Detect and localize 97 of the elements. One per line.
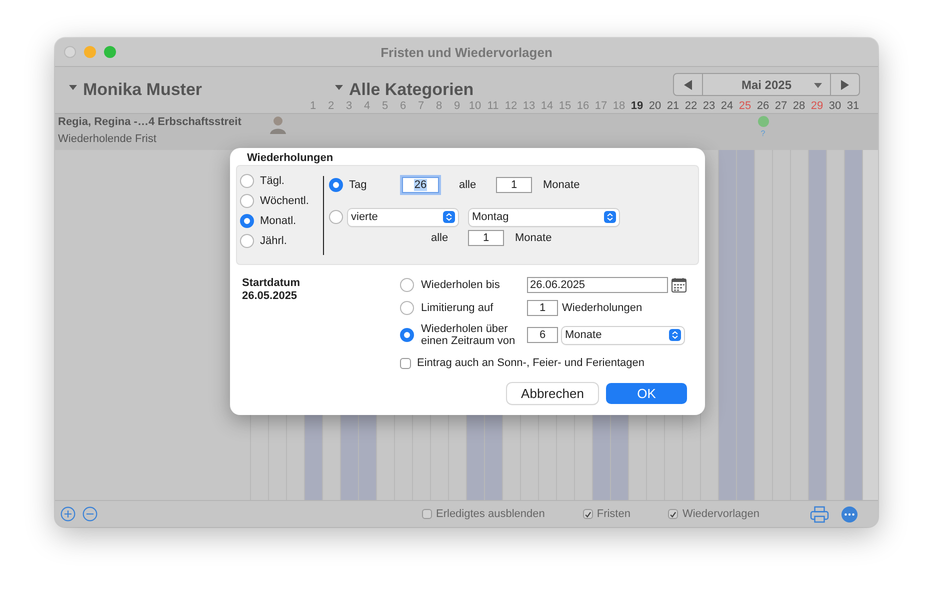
day-number: 28 [792,100,806,113]
window-title: Fristen und Wiedervorlagen [380,44,552,60]
day-number: 31 [846,100,860,113]
cancel-button[interactable]: Abbrechen [507,383,598,404]
day-number: 15 [558,100,572,113]
person-dropdown[interactable]: Monika Muster [55,80,335,100]
radio-label: Jährl. [260,235,287,247]
radio-label: Monatl. [260,215,296,227]
remove-icon[interactable] [82,506,98,522]
day-number: 22 [684,100,698,113]
day-number: 10 [468,100,482,113]
day-number: 2 [326,100,336,113]
filter-label: Wiedervorlagen [682,508,760,520]
day-number: 20 [648,100,662,113]
unit-label: Monate [515,232,552,244]
day-number: 1 [308,100,318,113]
day-number: 5 [380,100,390,113]
day-number: 18 [612,100,626,113]
day-number: 4 [362,100,372,113]
day-number: 9 [452,100,462,113]
radio-button[interactable] [400,328,414,342]
unit-label: Wiederholungen [562,302,642,314]
triangle-left-icon [683,80,693,90]
day-number: 8 [434,100,444,113]
calendar-icon[interactable] [671,277,687,293]
entry-subtitle: Wiederholende Frist [58,133,158,145]
radio-button[interactable] [240,234,254,248]
radio-button[interactable] [329,178,343,192]
category-dropdown[interactable]: Alle Kategorien [335,80,474,100]
count-field[interactable]: 1 [527,300,558,316]
period-field[interactable]: 6 [527,327,558,343]
caret-icon [69,84,77,90]
radio-button[interactable] [400,301,414,315]
avatar-icon [268,114,288,134]
close-button[interactable] [64,46,76,58]
day-number: 16 [576,100,590,113]
radio-button[interactable] [400,278,414,292]
day-number: 25 [738,100,752,113]
day-number: 29 [810,100,824,113]
day-number: 11 [486,100,500,113]
day-number: 3 [344,100,354,113]
day-field[interactable]: 26 [402,177,439,193]
triangle-right-icon [840,80,850,90]
zoom-button[interactable] [104,46,116,58]
caret-icon [814,83,822,88]
start-label: Startdatum [242,277,302,289]
interval-field[interactable]: 1 [496,177,532,193]
radio-label: Wiederholen über einen Zeitraum von [421,323,516,347]
filter-label: Fristen [596,508,630,520]
radio-label: Tag [349,179,368,191]
day-number: 21 [666,100,680,113]
radio-label: Wöchentl. [260,195,309,207]
caret-icon [335,84,343,90]
dialog-title: Wiederholungen [247,152,334,165]
stepper-icon [443,211,455,223]
radio-button[interactable] [240,174,254,188]
day-number: 19 [630,100,644,113]
unit-label: Monate [543,179,580,191]
day-number: 6 [398,100,408,113]
start-date: 26.05.2025 [242,290,298,302]
day-number: 26 [756,100,770,113]
stepper-icon [604,211,616,223]
radio-label: Tägl. [260,175,284,187]
radio-label: Wiederholen bis [421,279,501,291]
checkbox[interactable] [668,509,678,519]
day-number: 17 [594,100,608,113]
radio-button[interactable] [240,214,254,228]
stepper-icon [669,329,681,341]
note-mark: ? [760,129,766,138]
checkbox[interactable] [400,358,411,368]
every-label: alle [431,232,450,244]
day-number: 24 [720,100,734,113]
weekday-select[interactable]: Montag [469,208,619,226]
print-icon[interactable] [810,506,829,522]
day-number: 23 [702,100,716,113]
day-number: 30 [828,100,842,113]
radio-label: Limitierung auf [421,302,494,314]
day-number: 13 [522,100,536,113]
day-number: 12 [504,100,518,113]
entry-title: Regia, Regina -…4 Erbschaftsstreit [58,116,242,128]
radio-button[interactable] [329,210,343,224]
day-number: 14 [540,100,554,113]
every-label: alle [459,179,478,191]
filter-label: Erledigtes ausblenden [436,508,545,520]
checkbox[interactable] [422,509,432,519]
ordinal-select[interactable]: vierte [348,208,458,226]
radio-button[interactable] [240,194,254,208]
interval-field[interactable]: 1 [468,230,504,246]
checkbox-label: Eintrag auch an Sonn-, Feier- und Ferientagen [417,357,644,369]
day-number: 27 [774,100,788,113]
add-icon[interactable] [60,506,76,522]
checkbox[interactable] [582,509,593,519]
unit-select[interactable]: Monate [562,326,684,344]
more-icon[interactable] [841,506,858,522]
day-number: 7 [416,100,426,113]
date-field[interactable]: 26.06.2025 [527,277,668,293]
ok-button[interactable]: OK [606,383,687,404]
